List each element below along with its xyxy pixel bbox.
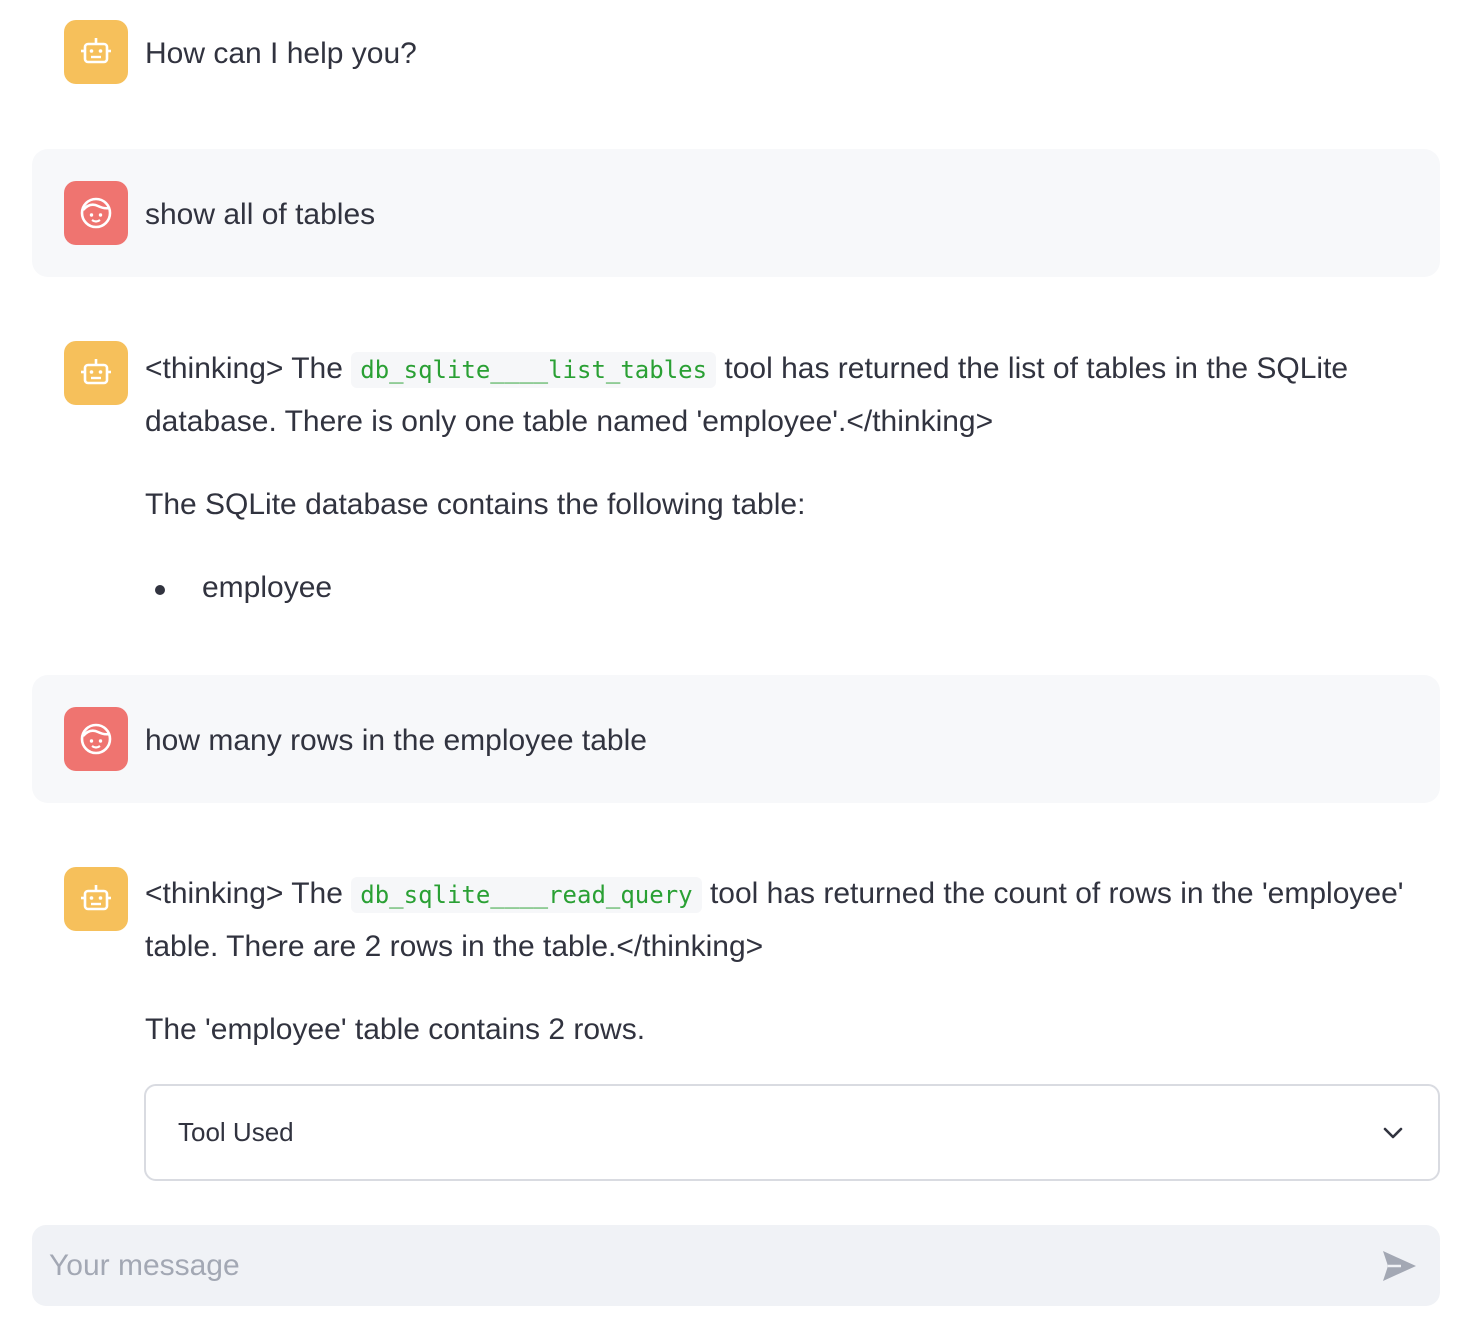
message-text: how many rows in the employee table bbox=[145, 715, 1424, 766]
bot-avatar bbox=[64, 867, 128, 931]
inline-code: db_sqlite____list_tables bbox=[351, 352, 717, 388]
message-text: How can I help you? bbox=[145, 28, 1424, 79]
chat-input[interactable] bbox=[49, 1248, 1379, 1283]
bot-icon bbox=[81, 38, 111, 64]
tool-used-expander[interactable]: Tool Used bbox=[144, 1084, 1440, 1181]
user-avatar bbox=[64, 707, 128, 771]
bot-icon bbox=[81, 885, 111, 911]
user-avatar bbox=[64, 181, 128, 245]
chat-message-user: how many rows in the employee table bbox=[32, 675, 1440, 803]
bot-avatar bbox=[64, 20, 128, 84]
message-text: <thinking> The db_sqlite____read_query t… bbox=[145, 868, 1424, 1087]
chat-message-assistant: How can I help you? bbox=[32, 20, 1440, 86]
list-item: employee bbox=[145, 562, 1424, 613]
message-content: how many rows in the employee table bbox=[145, 724, 647, 757]
thinking-prefix: <thinking> The bbox=[145, 352, 352, 385]
message-content: show all of tables bbox=[145, 198, 376, 231]
message-text: show all of tables bbox=[145, 189, 1424, 240]
thinking-paragraph: <thinking> The db_sqlite____list_tables … bbox=[145, 343, 1424, 447]
expander-label: Tool Used bbox=[178, 1117, 294, 1147]
bot-avatar bbox=[64, 341, 128, 405]
response-paragraph: The 'employee' table contains 2 rows. bbox=[145, 1013, 646, 1046]
user-face-icon bbox=[80, 723, 112, 755]
chevron-down-icon bbox=[1383, 1127, 1403, 1138]
chat-message-assistant: <thinking> The db_sqlite____read_query t… bbox=[32, 867, 1440, 1067]
chat-input-bar bbox=[32, 1225, 1440, 1306]
response-paragraph: The SQLite database contains the followi… bbox=[145, 488, 806, 521]
chat-message-user: show all of tables bbox=[32, 149, 1440, 277]
send-icon[interactable] bbox=[1379, 1246, 1419, 1286]
message-content: How can I help you? bbox=[145, 37, 417, 70]
bot-icon bbox=[81, 359, 111, 385]
thinking-prefix: <thinking> The bbox=[145, 877, 352, 910]
message-text: <thinking> The db_sqlite____list_tables … bbox=[145, 343, 1424, 613]
user-face-icon bbox=[80, 197, 112, 229]
table-list: employee bbox=[145, 562, 1424, 613]
chat-message-assistant: <thinking> The db_sqlite____list_tables … bbox=[32, 341, 1440, 621]
thinking-paragraph: <thinking> The db_sqlite____read_query t… bbox=[145, 868, 1424, 972]
inline-code: db_sqlite____read_query bbox=[351, 877, 702, 913]
